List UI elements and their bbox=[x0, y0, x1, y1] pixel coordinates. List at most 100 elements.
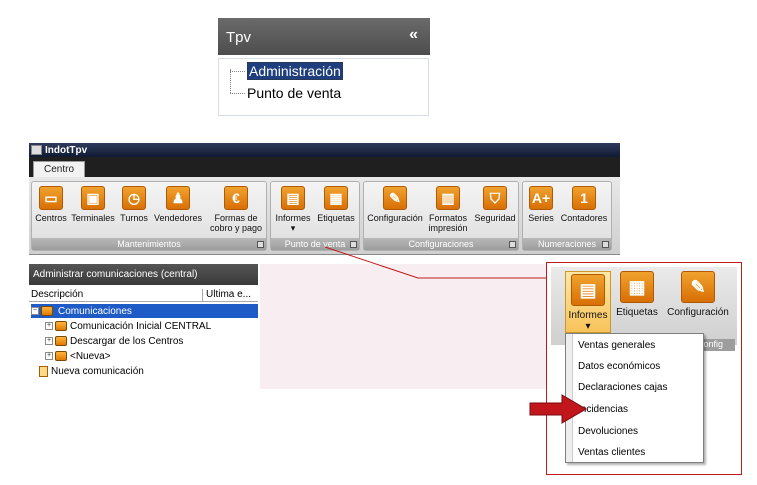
etiquetas-button[interactable]: ▦ Etiquetas bbox=[315, 184, 357, 240]
folder-icon bbox=[55, 336, 67, 346]
communications-pane: Administrar comunicaciones (central) Des… bbox=[29, 264, 258, 389]
tree-item-comunicaciones[interactable]: − Comunicaciones bbox=[31, 304, 258, 318]
tree-item-label: Comunicación Inicial CENTRAL bbox=[70, 320, 212, 332]
contadores-button[interactable]: 1 Contadores bbox=[559, 184, 609, 240]
centros-label: Centros bbox=[35, 213, 67, 223]
column-ultima[interactable]: Ultima e... bbox=[206, 289, 251, 300]
collapse-icon[interactable]: « bbox=[409, 26, 418, 44]
terminales-label: Terminales bbox=[71, 213, 115, 223]
tpv-item-label: Administración bbox=[247, 62, 343, 80]
group-label: Mantenimientos bbox=[32, 238, 266, 250]
seguridad-button[interactable]: ⛉ Seguridad bbox=[472, 184, 518, 240]
zoom-informes-button[interactable]: ▤ Informes ▾ bbox=[565, 271, 611, 333]
zoom-configuracion-label: Configuración bbox=[667, 307, 729, 318]
folder-icon bbox=[55, 351, 67, 361]
tree-item-label: Descargar de los Centros bbox=[70, 335, 184, 347]
configuracion-label: Configuración bbox=[367, 213, 423, 223]
tpv-item-label: Punto de venta bbox=[247, 85, 342, 101]
app-window: IndotTpv Centro ▭ Centros ▣ Terminales ◷… bbox=[29, 143, 620, 389]
etiquetas-label: Etiquetas bbox=[317, 213, 355, 223]
app-titlebar: IndotTpv bbox=[29, 143, 620, 157]
group-label: Punto de venta bbox=[271, 238, 359, 250]
series-icon: A+ bbox=[529, 186, 553, 210]
series-button[interactable]: A+ Series bbox=[525, 184, 557, 240]
group-configuraciones: ✎ Configuración ▥ Formatos impresión ⛉ S… bbox=[363, 181, 519, 251]
pane-title: Administrar comunicaciones (central) bbox=[29, 264, 258, 285]
tpv-header: Tpv « bbox=[218, 18, 430, 55]
vendedores-button[interactable]: ♟ Vendedores bbox=[152, 184, 204, 240]
tree-item-label: <Nueva> bbox=[70, 350, 111, 362]
turnos-label: Turnos bbox=[120, 213, 148, 223]
tree-item-descargar-centros[interactable]: + Descargar de los Centros bbox=[45, 334, 183, 348]
launcher-icon[interactable] bbox=[602, 241, 609, 248]
seguridad-label: Seguridad bbox=[474, 213, 516, 223]
centros-button[interactable]: ▭ Centros bbox=[34, 184, 68, 240]
app-title: IndotTpv bbox=[45, 144, 88, 156]
launcher-icon[interactable] bbox=[509, 241, 516, 248]
group-numeraciones: A+ Series 1 Contadores Numeraciones bbox=[522, 181, 612, 251]
counter-icon: 1 bbox=[572, 186, 596, 210]
expand-toggle-icon[interactable]: + bbox=[45, 337, 53, 345]
terminales-button[interactable]: ▣ Terminales bbox=[70, 184, 116, 240]
tree-item-label: Nueva comunicación bbox=[51, 365, 144, 377]
group-punto-de-venta: ▤ Informes ▾ ▦ Etiquetas Punto de venta bbox=[270, 181, 360, 251]
formatos-label-1: Formatos bbox=[428, 213, 467, 223]
turnos-button[interactable]: ◷ Turnos bbox=[118, 184, 150, 240]
printer-icon: ▤ bbox=[281, 186, 305, 210]
tpv-item-punto-de-venta[interactable]: Punto de venta bbox=[230, 83, 341, 103]
folder-icon bbox=[41, 306, 53, 316]
tab-centro[interactable]: Centro bbox=[33, 161, 86, 178]
tpv-tree: Administración Punto de venta bbox=[218, 58, 429, 116]
monitor-icon: ▣ bbox=[81, 186, 105, 210]
tree-item-label: Comunicaciones bbox=[56, 305, 134, 317]
tpv-panel: Tpv « Administración Punto de venta bbox=[218, 18, 430, 116]
informes-button[interactable]: ▤ Informes ▾ bbox=[273, 184, 313, 240]
tree-item-nueva-comunicacion[interactable]: Nueva comunicación bbox=[39, 364, 144, 378]
ribbon: ▭ Centros ▣ Terminales ◷ Turnos ♟ Vended… bbox=[29, 177, 620, 255]
column-descripcion[interactable]: Descripción bbox=[31, 289, 83, 300]
window-icon: ▭ bbox=[39, 186, 63, 210]
folder-icon bbox=[55, 321, 67, 331]
informes-label: Informes bbox=[275, 213, 311, 223]
collapse-toggle-icon[interactable]: − bbox=[31, 307, 39, 315]
euro-icon: € bbox=[224, 186, 248, 210]
expand-toggle-icon[interactable]: + bbox=[45, 322, 53, 330]
launcher-icon[interactable] bbox=[257, 241, 264, 248]
shield-icon: ⛉ bbox=[483, 186, 507, 210]
pointer-arrow-icon bbox=[529, 394, 587, 424]
zoom-callout: ▤ Informes ▾ ▦ Etiquetas ✎ Configuración… bbox=[546, 262, 742, 475]
app-icon bbox=[31, 145, 42, 155]
tree-item-comunicacion-inicial[interactable]: + Comunicación Inicial CENTRAL bbox=[45, 319, 211, 333]
zoom-etiquetas-button[interactable]: ▦ Etiquetas bbox=[613, 271, 661, 318]
tab-strip: Centro bbox=[29, 157, 620, 178]
formas-cobro-pago-button[interactable]: € Formas de cobro y pago bbox=[208, 184, 264, 240]
menu-item-declaraciones-cajas[interactable]: Declaraciones cajas bbox=[578, 382, 668, 393]
printer-icon: ▤ bbox=[571, 274, 605, 306]
vendedores-label: Vendedores bbox=[153, 213, 203, 223]
launcher-icon[interactable] bbox=[350, 241, 357, 248]
film-icon: ▦ bbox=[620, 271, 654, 303]
expand-toggle-icon[interactable]: + bbox=[45, 352, 53, 360]
menu-item-devoluciones[interactable]: Devoluciones bbox=[578, 426, 638, 437]
zoom-etiquetas-label: Etiquetas bbox=[616, 307, 658, 318]
zoom-informes-label: Informes bbox=[568, 310, 608, 321]
formatos-impresion-button[interactable]: ▥ Formatos impresión bbox=[426, 184, 470, 240]
configuracion-button[interactable]: ✎ Configuración bbox=[366, 184, 424, 240]
tree-item-nueva[interactable]: + <Nueva> bbox=[45, 349, 111, 363]
menu-item-datos-economicos[interactable]: Datos económicos bbox=[578, 361, 660, 372]
zoom-configuracion-button[interactable]: ✎ Configuración bbox=[663, 271, 733, 318]
document-icon: ▥ bbox=[436, 186, 460, 210]
series-label: Series bbox=[528, 213, 554, 223]
tpv-title: Tpv bbox=[226, 29, 252, 46]
menu-item-ventas-generales[interactable]: Ventas generales bbox=[578, 340, 655, 351]
formas-label-1: Formas de bbox=[214, 213, 258, 223]
formatos-label-2: impresión bbox=[428, 223, 468, 233]
group-mantenimientos: ▭ Centros ▣ Terminales ◷ Turnos ♟ Vended… bbox=[31, 181, 267, 251]
tpv-item-administracion[interactable]: Administración bbox=[230, 61, 343, 81]
chevron-down-icon: ▾ bbox=[290, 223, 296, 233]
film-icon: ▦ bbox=[324, 186, 348, 210]
contadores-label: Contadores bbox=[560, 213, 608, 223]
chevron-down-icon: ▾ bbox=[585, 321, 591, 332]
column-header: Descripción Ultima e... bbox=[29, 289, 258, 302]
menu-item-ventas-clientes[interactable]: Ventas clientes bbox=[578, 447, 645, 458]
